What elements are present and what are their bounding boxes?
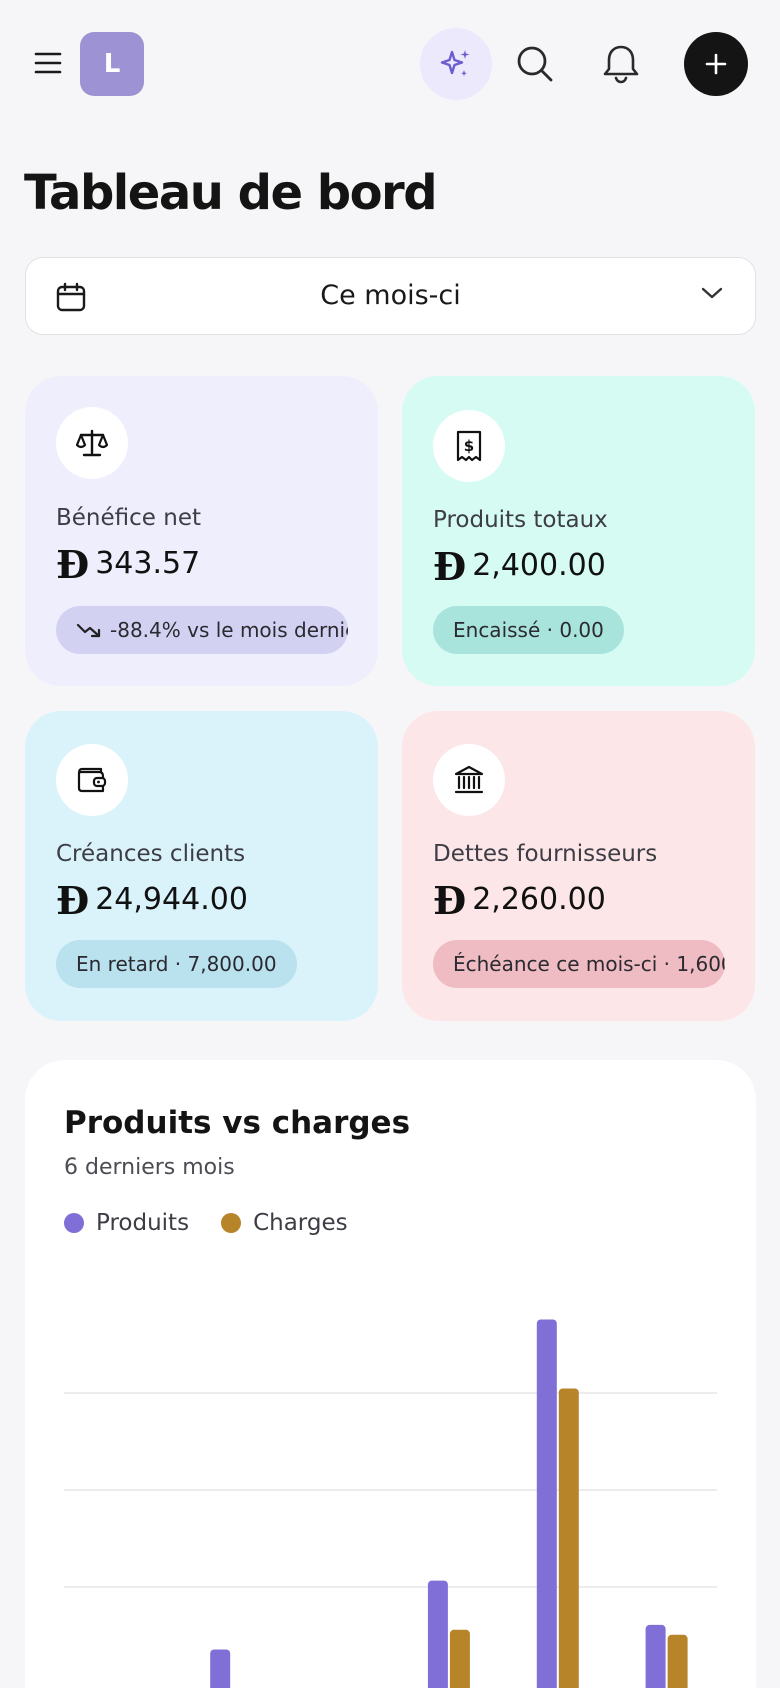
net-profit-card[interactable]: Bénéfice net Đ 343.57 -88.4% vs le mois … xyxy=(25,376,378,686)
payables-amount: Đ 2,260.00 xyxy=(433,877,606,923)
total-revenue-value: 2,400.00 xyxy=(472,548,606,583)
collected-badge-text: Encaissé · 0.00 xyxy=(453,618,604,642)
bar-charges-4[interactable] xyxy=(558,1388,579,1688)
page-title: Tableau de bord xyxy=(24,165,438,221)
bar-charges-3[interactable] xyxy=(449,1629,470,1688)
receivables-value: 24,944.00 xyxy=(95,882,248,917)
total-revenue-label: Produits totaux xyxy=(433,507,608,533)
scale-icon xyxy=(76,429,108,457)
period-select[interactable]: Ce mois-ci xyxy=(25,257,756,335)
receivables-label: Créances clients xyxy=(56,841,246,867)
search-icon xyxy=(517,46,553,82)
menu-button[interactable] xyxy=(30,45,66,81)
svg-text:$: $ xyxy=(464,437,474,455)
collected-badge: Encaissé · 0.00 xyxy=(433,606,624,654)
bar-charges-5[interactable] xyxy=(667,1634,688,1688)
bar-produits-1[interactable] xyxy=(210,1649,231,1688)
bar-produits-4[interactable] xyxy=(536,1319,557,1688)
overdue-badge-text: En retard · 7,800.00 xyxy=(76,952,277,976)
bar-produits-3[interactable] xyxy=(427,1580,448,1688)
receipt-icon-wrap: $ xyxy=(433,410,505,482)
wallet-icon xyxy=(77,767,107,793)
ai-assistant-button[interactable] xyxy=(420,28,492,100)
search-button[interactable] xyxy=(515,44,555,84)
plus-icon xyxy=(705,53,727,75)
sparkles-icon xyxy=(440,50,470,77)
wallet-icon-wrap xyxy=(56,744,128,816)
total-revenue-amount: Đ 2,400.00 xyxy=(433,543,606,589)
receivables-amount: Đ 24,944.00 xyxy=(56,877,248,923)
revenue-vs-expenses-card: Produits vs charges 6 derniers mois Prod… xyxy=(25,1060,756,1688)
menu-icon xyxy=(34,52,62,74)
net-profit-trend-badge: -88.4% vs le mois dernier xyxy=(56,606,348,654)
currency-symbol: Đ xyxy=(56,878,90,923)
bell-icon xyxy=(603,45,639,84)
payables-label: Dettes fournisseurs xyxy=(433,841,658,867)
net-profit-label: Bénéfice net xyxy=(56,505,201,531)
currency-symbol: Đ xyxy=(433,878,467,923)
net-profit-value: 343.57 xyxy=(95,546,201,581)
net-profit-amount: Đ 343.57 xyxy=(56,541,201,587)
net-profit-trend-text: -88.4% vs le mois dernier xyxy=(110,618,348,642)
notifications-button[interactable] xyxy=(600,42,642,86)
trend-down-icon xyxy=(76,623,101,638)
add-button[interactable] xyxy=(684,32,748,96)
avatar[interactable]: L xyxy=(80,32,144,96)
bar-produits-5[interactable] xyxy=(645,1624,666,1688)
overdue-badge: En retard · 7,800.00 xyxy=(56,940,297,988)
currency-symbol: Đ xyxy=(433,544,467,589)
receipt-icon: $ xyxy=(456,430,482,462)
receivables-card[interactable]: Créances clients Đ 24,944.00 En retard ·… xyxy=(25,711,378,1021)
bank-icon-wrap xyxy=(433,744,505,816)
top-bar: L xyxy=(0,0,780,130)
due-this-month-badge: Échéance ce mois-ci · 1,600.00 xyxy=(433,940,725,988)
bank-icon xyxy=(454,765,484,794)
bar-chart xyxy=(64,1319,717,1688)
payables-value: 2,260.00 xyxy=(472,882,606,917)
payables-card[interactable]: Dettes fournisseurs Đ 2,260.00 Échéance … xyxy=(402,711,755,1021)
period-select-value: Ce mois-ci xyxy=(320,280,461,311)
currency-symbol: Đ xyxy=(56,542,90,587)
chevron-down-icon xyxy=(701,287,723,299)
due-this-month-text: Échéance ce mois-ci · 1,600.00 xyxy=(453,952,725,976)
total-revenue-card[interactable]: $ Produits totaux Đ 2,400.00 Encaissé · … xyxy=(402,376,755,686)
scale-icon-wrap xyxy=(56,407,128,479)
